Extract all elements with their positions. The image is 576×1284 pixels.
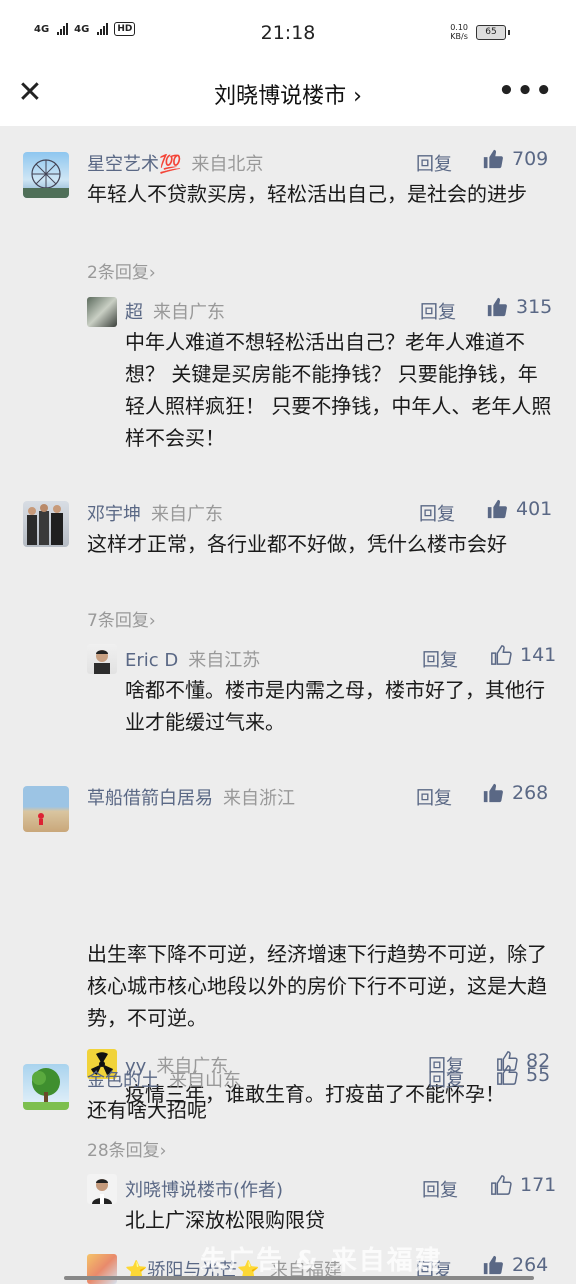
author-location: 来自山东 xyxy=(169,1070,241,1091)
reply-author-name[interactable]: 刘晓博说楼市(作者) xyxy=(125,1180,283,1201)
author-name[interactable]: 邓宇坤 xyxy=(87,504,141,525)
author-name[interactable]: 草船借箭白居易 xyxy=(87,788,213,809)
reply-author-row: Eric D 来自江苏 xyxy=(125,646,260,672)
avatar[interactable] xyxy=(23,152,69,198)
comment-text: 出生率下降不可逆，经济增速下行趋势不可逆，除了核心城市核心地段以外的房价下行不可… xyxy=(87,942,547,1030)
like-button[interactable]: 141 xyxy=(490,644,556,666)
like-count: 401 xyxy=(516,498,553,520)
status-right: 0.10 KB/s 65 xyxy=(450,23,510,41)
reply-text: 北上广深放松限购限贷 xyxy=(125,1208,325,1232)
author-location: 来自浙江 xyxy=(223,788,295,809)
more-replies-link[interactable]: 7条回复› xyxy=(87,606,156,631)
reply-button[interactable]: 回复 xyxy=(419,500,455,526)
like-button[interactable]: 264 xyxy=(482,1254,548,1276)
reply-avatar[interactable] xyxy=(87,1174,117,1204)
like-count: 709 xyxy=(512,148,549,170)
comment-author-row: 草船借箭白居易 来自浙江 xyxy=(87,784,295,810)
like-count: 141 xyxy=(520,644,557,666)
reply-author-name[interactable]: 超 xyxy=(125,302,143,323)
page-title[interactable]: 刘晓博说楼市 › xyxy=(0,78,576,110)
avatar[interactable] xyxy=(23,1064,69,1110)
watermark: 朱广告 & 来自福建 xyxy=(200,1246,443,1276)
reply-text: 啥都不懂。楼市是内需之母，楼市好了，其他行业才能缓过气来。 xyxy=(125,678,545,734)
battery-icon: 65 xyxy=(476,24,510,40)
reply-author-name[interactable]: Eric D xyxy=(125,650,178,671)
like-button[interactable]: 171 xyxy=(490,1174,556,1196)
like-count: 264 xyxy=(512,1254,549,1276)
author-location: 来自广东 xyxy=(151,504,223,525)
thumbs-up-outline-icon xyxy=(491,1175,512,1195)
like-count: 55 xyxy=(526,1064,551,1086)
net-speed-unit: KB/s xyxy=(450,32,468,41)
thumbs-up-outline-icon xyxy=(497,1065,518,1085)
like-button[interactable]: 268 xyxy=(482,782,548,804)
reply-text: 中年人难道不想轻松活出自己？老年人难道不想？ 关键是买房能不能挣钱？ 只要能挣钱… xyxy=(125,330,552,450)
like-button[interactable]: 709 xyxy=(482,148,548,170)
comment-text: 这样才正常，各行业都不好做，凭什么楼市会好 xyxy=(87,532,507,556)
author-name[interactable]: 星空艺术💯 xyxy=(87,154,181,175)
like-button[interactable]: 55 xyxy=(496,1064,550,1086)
reply-button[interactable]: 回复 xyxy=(428,1066,464,1092)
reply-button[interactable]: 回复 xyxy=(416,150,452,176)
nav-bar: ✕ 刘晓博说楼市 › ••• xyxy=(0,64,576,126)
author-name[interactable]: 金色的土 xyxy=(87,1070,159,1091)
like-button[interactable]: 315 xyxy=(486,296,552,318)
reply-button[interactable]: 回复 xyxy=(416,784,452,810)
home-indicator xyxy=(64,1276,534,1280)
comment-author-row: 金色的土 来自山东 xyxy=(87,1066,241,1092)
comment-text: 年轻人不贷款买房，轻松活出自己，是社会的进步 xyxy=(87,182,527,206)
like-count: 171 xyxy=(520,1174,557,1196)
like-count: 315 xyxy=(516,296,553,318)
avatar[interactable] xyxy=(23,786,69,832)
reply-avatar[interactable] xyxy=(87,297,117,327)
like-button[interactable]: 401 xyxy=(486,498,552,520)
thumbs-up-filled-icon xyxy=(483,149,503,169)
reply-author-location: 来自广东 xyxy=(153,302,225,323)
reply-button[interactable]: 回复 xyxy=(422,1176,458,1202)
comment-author-row: 邓宇坤 来自广东 xyxy=(87,500,223,526)
thumbs-up-filled-icon xyxy=(483,1255,503,1275)
net-speed: 0.10 KB/s xyxy=(450,23,468,41)
thumbs-up-outline-icon xyxy=(491,645,512,665)
reply-avatar[interactable] xyxy=(87,644,117,674)
avatar[interactable] xyxy=(23,501,69,547)
like-count: 268 xyxy=(512,782,549,804)
reply-button[interactable]: 回复 xyxy=(420,298,456,324)
reply-author-location: 来自江苏 xyxy=(188,650,261,671)
thumbs-up-filled-icon xyxy=(487,499,507,519)
reply-author-row: 超来自广东 xyxy=(125,298,225,324)
more-icon[interactable]: ••• xyxy=(498,76,554,106)
comment-author-row: 星空艺术💯 来自北京 xyxy=(87,150,263,176)
author-location: 来自北京 xyxy=(191,154,264,175)
status-bar: 4G 4G HD 21:18 0.10 KB/s 65 xyxy=(0,0,576,64)
thumbs-up-filled-icon xyxy=(487,297,507,317)
comment-text: 还有啥大招呢 xyxy=(87,1098,207,1122)
reply-author-row: 刘晓博说楼市(作者) xyxy=(125,1176,283,1202)
thumbs-up-filled-icon xyxy=(483,783,503,803)
more-replies-link[interactable]: 2条回复› xyxy=(87,258,156,283)
reply-button[interactable]: 回复 xyxy=(422,646,458,672)
net-speed-value: 0.10 xyxy=(450,23,468,32)
more-replies-link[interactable]: 28条回复› xyxy=(87,1136,166,1161)
